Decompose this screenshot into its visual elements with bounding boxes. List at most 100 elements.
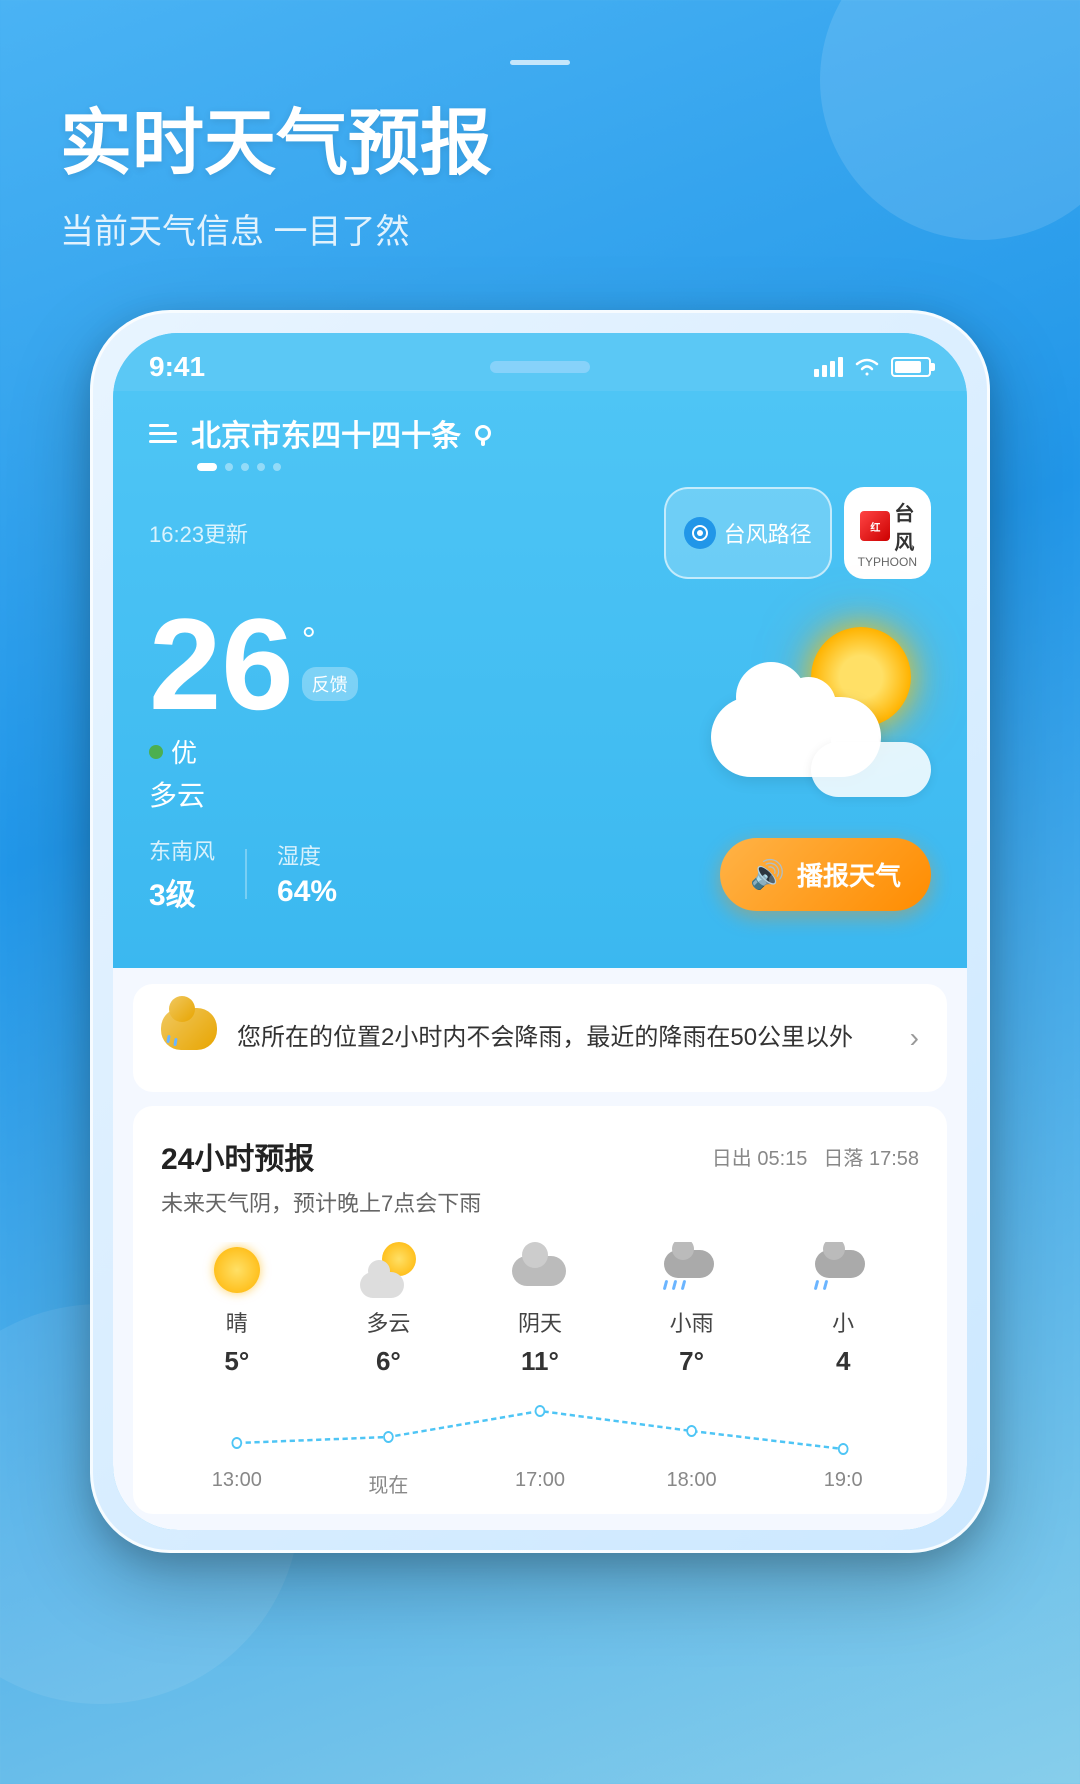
- rain-drop-5: [823, 1280, 828, 1290]
- page-dots: [149, 463, 931, 471]
- temp-dot-4: [687, 1426, 696, 1436]
- speaker: [490, 361, 590, 373]
- temp-left: 26 ° 反馈 优 多云: [149, 599, 358, 814]
- location-pin-icon[interactable]: [475, 425, 491, 441]
- typhoon-buttons[interactable]: 台风路径 红 台 风: [664, 487, 931, 579]
- forecast-header: 24小时预报 日出 05:15 日落 17:58: [161, 1134, 919, 1178]
- hour-weather-1: 晴: [226, 1306, 248, 1338]
- sunrise-time: 日出 05:15: [712, 1142, 808, 1171]
- hourly-forecast-row: 晴 5° 多云 6°: [161, 1242, 919, 1397]
- status-icons: [814, 356, 931, 378]
- hour-icon-cloudy: [512, 1242, 568, 1298]
- signal-bar-1: [814, 369, 819, 377]
- red-badge-text: 红: [870, 519, 880, 534]
- hour-item-5: 小 4: [767, 1242, 919, 1397]
- phone-screen: 9:41: [113, 333, 967, 1530]
- menu-line-2: [149, 432, 177, 435]
- battery-fill: [895, 361, 921, 373]
- typhoon-badge-labels: 台 风: [894, 497, 914, 555]
- wind-level-value: 3级: [149, 870, 215, 914]
- cloud-rain-5: [815, 1250, 865, 1278]
- location-bar[interactable]: 北京市东四十四十条: [149, 411, 931, 455]
- signal-bar-4: [838, 357, 843, 377]
- typhoon-char-2: 风: [894, 526, 914, 555]
- hour-weather-3: 阴天: [518, 1306, 562, 1338]
- typhoon-char-1: 台: [894, 497, 914, 526]
- dot-5: [273, 463, 281, 471]
- status-bar: 9:41: [113, 333, 967, 391]
- temp-row: 26 ° 反馈: [149, 599, 358, 729]
- weather-content: 北京市东四十四十条 16:23更新: [113, 391, 967, 968]
- hour-item-1: 晴 5°: [161, 1242, 313, 1397]
- rain-notice-text: 您所在的位置2小时内不会降雨，最近的降雨在50公里以外: [237, 1024, 853, 1051]
- wind-divider: [245, 849, 247, 899]
- time-label-5: 19:0: [767, 1461, 919, 1514]
- temp-dot-5: [839, 1444, 848, 1454]
- dot-3: [241, 463, 249, 471]
- cloud-small-illustration: [811, 742, 931, 797]
- broadcast-speaker-icon: 🔊: [750, 858, 785, 891]
- hour-temp-3: 11°: [521, 1346, 559, 1377]
- hour-time-row: 13:00 现在 17:00 18:00 19:0: [161, 1461, 919, 1514]
- cloud-rain-4: [664, 1250, 714, 1278]
- weather-description: 多云: [149, 774, 358, 814]
- hour-item-4: 小雨 7°: [616, 1242, 768, 1397]
- feedback-button[interactable]: 反馈: [302, 667, 358, 701]
- temperature-chart: [161, 1401, 919, 1461]
- promo-area: 实时天气预报 当前天气信息 一目了然: [0, 0, 1080, 293]
- rain-drops-5: [815, 1280, 871, 1290]
- info-row: 16:23更新 台风路径: [149, 487, 931, 579]
- signal-bar-3: [830, 361, 835, 377]
- wind-direction-label: 东南风: [149, 834, 215, 866]
- hour-weather-4: 小雨: [670, 1306, 714, 1338]
- typhoon-red-badge: 红: [860, 511, 890, 541]
- time-label-1: 13:00: [161, 1461, 313, 1514]
- quality-indicator: [149, 745, 163, 759]
- menu-icon[interactable]: [149, 424, 177, 443]
- typhoon-badge[interactable]: 红 台 风 TYPHOON: [844, 487, 931, 579]
- humidity-item: 湿度 64%: [277, 839, 337, 909]
- rain-notice-arrow: ›: [910, 1022, 919, 1054]
- hour-temp-2: 6°: [376, 1346, 401, 1377]
- hour-weather-5: 小: [832, 1306, 854, 1338]
- broadcast-button[interactable]: 🔊 播报天气: [720, 838, 931, 911]
- temp-dot-3: [536, 1406, 545, 1416]
- hour-icon-partly-cloudy: [360, 1242, 416, 1298]
- temperature-section: 26 ° 反馈 优 多云: [149, 599, 931, 814]
- rain-drops-4: [664, 1280, 720, 1290]
- location-text: 北京市东四十四十条: [191, 411, 461, 455]
- status-indicator: [510, 60, 570, 65]
- battery-tip: [931, 363, 935, 371]
- hour-icon-sunny: [209, 1242, 265, 1298]
- update-time: 16:23更新: [149, 517, 248, 549]
- rain-notice-card[interactable]: 您所在的位置2小时内不会降雨，最近的降雨在50公里以外 ›: [133, 984, 947, 1092]
- battery-icon: [891, 357, 931, 377]
- hour-temp-4: 7°: [679, 1346, 704, 1377]
- menu-line-3: [149, 440, 177, 443]
- phone-mockup-container: 9:41: [90, 310, 990, 1553]
- rain-notice-icon: [161, 1008, 221, 1068]
- temp-dot-2: [384, 1432, 393, 1442]
- time-label-3: 17:00: [464, 1461, 616, 1514]
- typhoon-badge-top: 红 台 风: [860, 497, 914, 555]
- forecast-title: 24小时预报: [161, 1134, 314, 1178]
- typhoon-path-button[interactable]: 台风路径: [664, 487, 832, 579]
- hour-temp-1: 5°: [224, 1346, 249, 1377]
- hour-icon-rain-5: [815, 1242, 871, 1298]
- wifi-icon: [853, 356, 881, 378]
- forecast-card: 24小时预报 日出 05:15 日落 17:58 未来天气阴，预计晚上7点会下雨: [133, 1106, 947, 1514]
- rain-notice-text-area: 您所在的位置2小时内不会降雨，最近的降雨在50公里以外: [237, 1020, 894, 1056]
- dot-1: [197, 463, 217, 471]
- menu-line-1: [149, 424, 169, 427]
- temp-chart-svg: [161, 1401, 919, 1461]
- rain-drop-3: [680, 1280, 685, 1290]
- weather-illustration: [711, 617, 931, 797]
- hour-icon-rain: [664, 1242, 720, 1298]
- temp-degree-area: ° 反馈: [302, 599, 358, 701]
- temperature-value: 26: [149, 599, 294, 729]
- main-title: 实时天气预报: [60, 105, 1020, 184]
- cards-area: 您所在的位置2小时内不会降雨，最近的降雨在50公里以外 › 24小时预报 日出 …: [113, 968, 967, 1530]
- signal-bar-2: [822, 365, 827, 377]
- rain-drop-4: [814, 1280, 819, 1290]
- cloud-full-3: [512, 1256, 566, 1286]
